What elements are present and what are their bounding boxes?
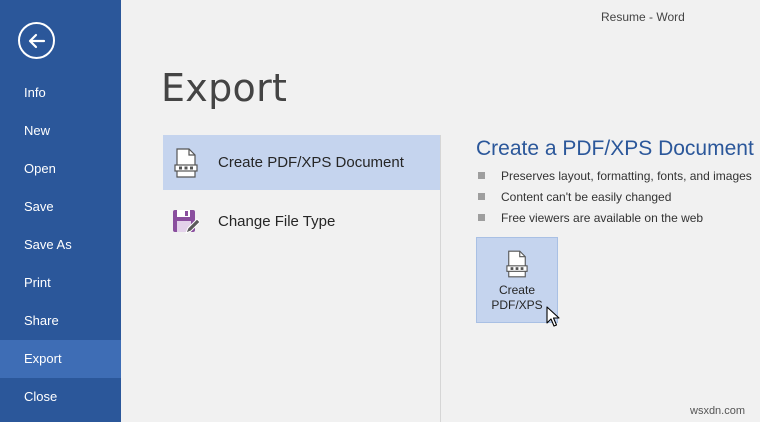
mouse-cursor-icon — [546, 306, 560, 327]
list-item: Free viewers are available on the web — [478, 210, 752, 231]
feature-list: Preserves layout, formatting, fonts, and… — [478, 168, 752, 231]
sidebar-item-info[interactable]: Info — [0, 74, 121, 112]
back-arrow-icon — [28, 33, 45, 48]
change-file-type-icon — [172, 206, 200, 238]
backstage-sidebar: Info New Open Save Save As Print Share E… — [0, 0, 121, 422]
pdf-document-icon — [172, 147, 200, 179]
pane-divider — [440, 135, 441, 422]
back-button[interactable] — [18, 22, 55, 59]
bullet-icon — [478, 193, 485, 200]
option-label: Change File Type — [218, 213, 336, 230]
button-label: Create PDF/XPS — [491, 283, 543, 312]
sidebar-item-print[interactable]: Print — [0, 264, 121, 302]
pane-heading: Create a PDF/XPS Document — [476, 137, 754, 160]
list-item: Content can't be easily changed — [478, 189, 752, 210]
list-item: Preserves layout, formatting, fonts, and… — [478, 168, 752, 189]
option-change-file-type[interactable]: Change File Type — [163, 194, 440, 249]
bullet-icon — [478, 214, 485, 221]
watermark: wsxdn.com — [690, 405, 746, 417]
sidebar-item-save[interactable]: Save — [0, 188, 121, 226]
sidebar-item-open[interactable]: Open — [0, 150, 121, 188]
sidebar-item-close[interactable]: Close — [0, 378, 121, 416]
sidebar-item-new[interactable]: New — [0, 112, 121, 150]
sidebar-item-export[interactable]: Export — [0, 340, 121, 378]
sidebar-item-share[interactable]: Share — [0, 302, 121, 340]
bullet-icon — [478, 172, 485, 179]
pdf-document-icon — [506, 250, 528, 278]
sidebar-item-save-as[interactable]: Save As — [0, 226, 121, 264]
option-create-pdf-xps[interactable]: Create PDF/XPS Document — [163, 135, 440, 190]
page-title: Export — [161, 66, 288, 110]
window-title: Resume - Word — [601, 10, 685, 24]
option-label: Create PDF/XPS Document — [218, 154, 404, 171]
